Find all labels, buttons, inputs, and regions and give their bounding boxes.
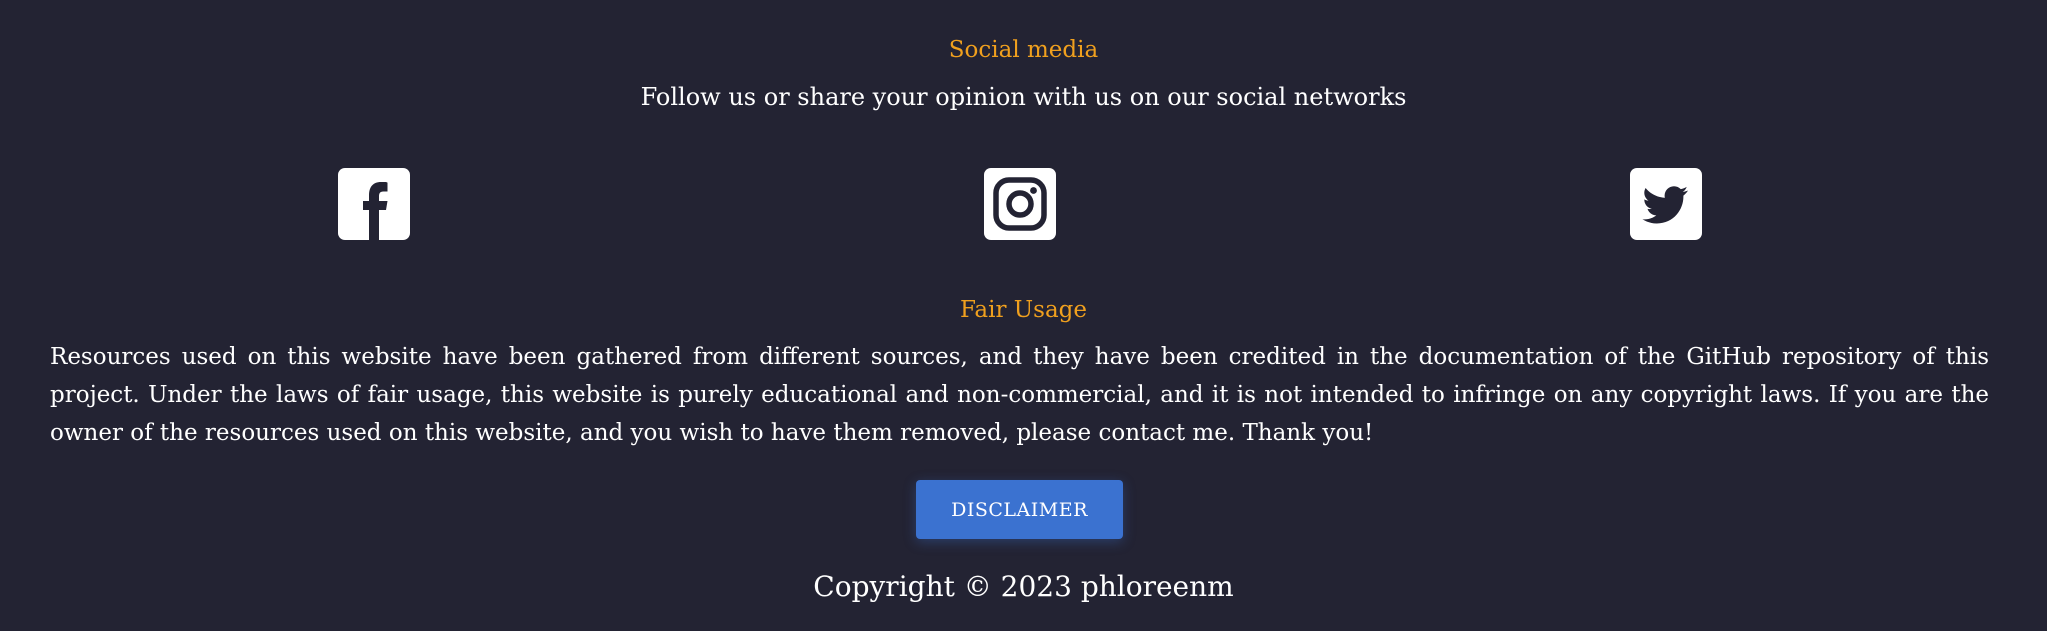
copyright-text: Copyright © 2023 phloreenm [813,570,1234,603]
instagram-link[interactable] [984,168,1056,240]
facebook-link[interactable] [338,168,410,240]
social-media-subtitle: Follow us or share your opinion with us … [640,83,1407,111]
fair-usage-title: Fair Usage [959,297,1087,323]
facebook-icon [363,182,388,240]
fair-usage-text: Resources used on this website have been… [50,344,1989,446]
social-media-title: Social media [948,37,1099,63]
disclaimer-button[interactable]: DISCLAIMER [916,480,1123,539]
social-icons-row [0,168,2047,240]
twitter-icon [1642,186,1688,224]
site-footer: Social media Follow us or share your opi… [0,0,2047,631]
instagram-icon [993,177,1047,231]
twitter-link[interactable] [1630,168,1702,240]
